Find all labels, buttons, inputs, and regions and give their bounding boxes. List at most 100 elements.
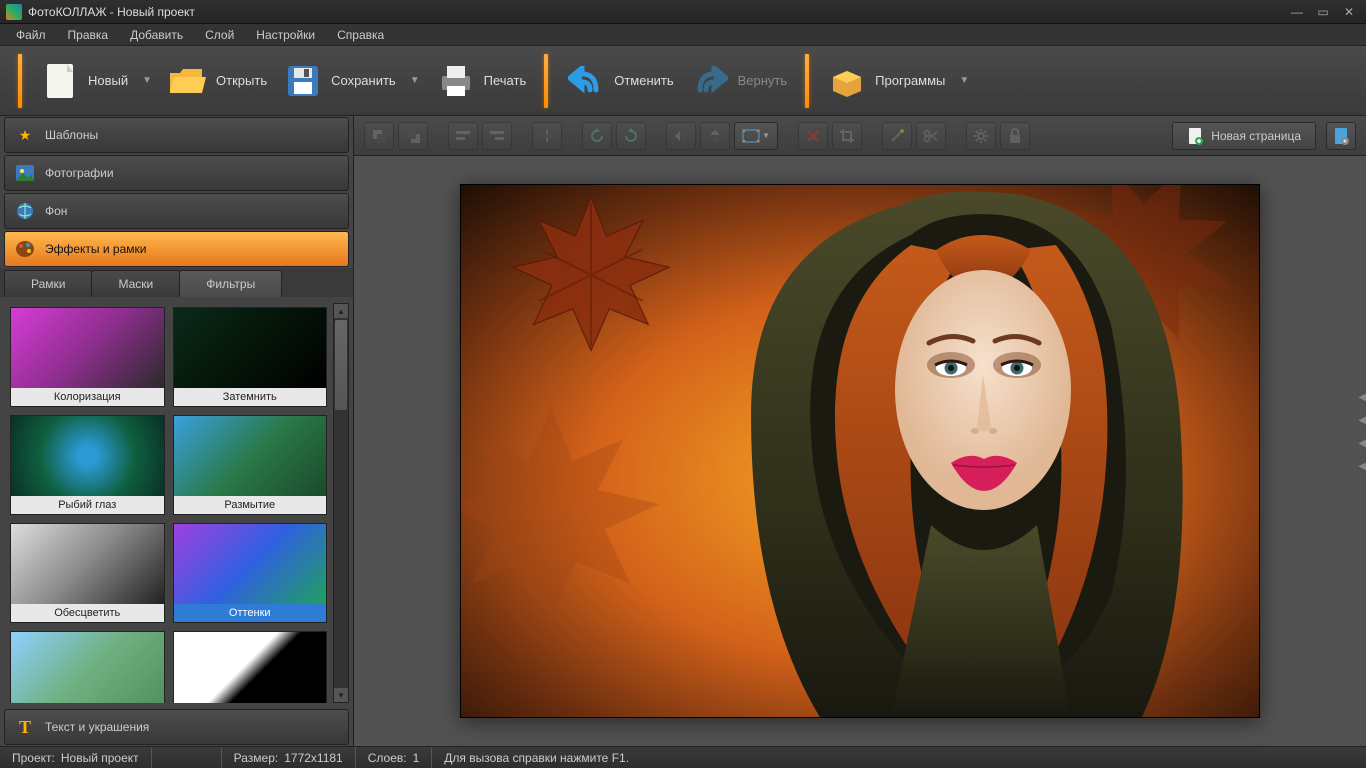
text-icon: T — [15, 717, 35, 737]
maximize-button[interactable]: ▭ — [1312, 5, 1334, 19]
new-page-button[interactable]: Новая страница — [1172, 122, 1316, 150]
new-button[interactable]: Новый▼ — [32, 57, 160, 105]
fit-screen-button[interactable]: ▼ — [734, 122, 778, 150]
window-title: ФотоКОЛЛАЖ - Новый проект — [28, 5, 1286, 19]
align-right-button[interactable] — [482, 122, 512, 150]
handle-icon[interactable]: ◀ — [1358, 392, 1366, 403]
filter-label: Рыбий глаз — [11, 496, 164, 514]
filters-scrollbar[interactable]: ▲ ▼ — [333, 303, 349, 703]
filters-panel: Колоризация Затемнить Рыбий глаз Размытие Об… — [0, 297, 353, 709]
titlebar: ФотоКОЛЛАЖ - Новый проект — ▭ ✕ — [0, 0, 1366, 24]
status-help: Для вызова справки нажмите F1. — [432, 747, 1366, 768]
save-icon — [283, 61, 323, 101]
menu-file[interactable]: Файл — [6, 26, 56, 44]
canvas-toolbar: ▼ Новая страница — [354, 116, 1366, 156]
box-icon — [827, 61, 867, 101]
save-button[interactable]: Сохранить▼ — [275, 57, 428, 105]
scroll-thumb[interactable] — [335, 320, 347, 410]
handle-icon[interactable]: ◀ — [1358, 415, 1366, 426]
right-edge-handles: ◀ ◀ ◀ ◀ — [1358, 392, 1366, 472]
filter-thumb — [174, 632, 327, 703]
delete-button[interactable] — [798, 122, 828, 150]
settings-button[interactable] — [966, 122, 996, 150]
sidebar-tab-photos[interactable]: Фотографии — [4, 155, 349, 191]
filter-thumb — [11, 416, 164, 496]
sidebar-tab-text[interactable]: T Текст и украшения — [4, 709, 349, 745]
statusbar: Проект:Новый проект Размер:1772x1181 Сло… — [0, 746, 1366, 768]
filter-label: Обесцветить — [11, 604, 164, 622]
filter-thumb — [174, 416, 327, 496]
menu-edit[interactable]: Правка — [58, 26, 119, 44]
handle-icon[interactable]: ◀ — [1358, 438, 1366, 449]
effects-subtabs: Рамки Маски Фильтры — [0, 268, 353, 297]
globe-icon — [15, 201, 35, 221]
palette-icon — [15, 239, 35, 259]
align-left-button[interactable] — [448, 122, 478, 150]
filter-item[interactable]: Размытие — [173, 415, 328, 515]
star-icon: ★ — [15, 125, 35, 145]
flip-v-button[interactable] — [700, 122, 730, 150]
filter-thumb — [174, 524, 327, 604]
minimize-button[interactable]: — — [1286, 5, 1308, 19]
bring-front-button[interactable] — [364, 122, 394, 150]
close-button[interactable]: ✕ — [1338, 5, 1360, 19]
sidebar-tab-templates[interactable]: ★ Шаблоны — [4, 117, 349, 153]
filter-thumb — [11, 632, 164, 703]
scroll-up-icon[interactable]: ▲ — [334, 304, 348, 318]
left-panel: ★ Шаблоны Фотографии Фон Эффекты и рамки… — [0, 116, 354, 746]
chevron-down-icon: ▼ — [410, 75, 420, 86]
sidebar-tab-background[interactable]: Фон — [4, 193, 349, 229]
folder-open-icon — [168, 61, 208, 101]
magic-wand-button[interactable] — [882, 122, 912, 150]
photo-icon — [15, 163, 35, 183]
printer-icon — [436, 61, 476, 101]
chevron-down-icon: ▼ — [959, 75, 969, 86]
canvas-viewport[interactable]: ◀ ◀ ◀ ◀ — [354, 156, 1366, 746]
subtab-frames[interactable]: Рамки — [4, 270, 92, 297]
undo-button[interactable]: Отменить — [558, 57, 681, 105]
app-logo-icon — [6, 4, 22, 20]
scissors-button[interactable] — [916, 122, 946, 150]
filter-label: Затемнить — [174, 388, 327, 406]
menu-settings[interactable]: Настройки — [246, 26, 325, 44]
menu-layer[interactable]: Слой — [195, 26, 244, 44]
filter-label: Размытие — [174, 496, 327, 514]
subtab-masks[interactable]: Маски — [91, 270, 180, 297]
crop-button[interactable] — [832, 122, 862, 150]
print-button[interactable]: Печать — [428, 57, 535, 105]
filter-item[interactable]: Рыбий глаз — [10, 415, 165, 515]
filter-item[interactable]: Затемнить — [173, 307, 328, 407]
sidebar-tab-effects[interactable]: Эффекты и рамки — [4, 231, 349, 267]
lock-button[interactable] — [1000, 122, 1030, 150]
filter-item[interactable]: Оттенки — [173, 523, 328, 623]
send-back-button[interactable] — [398, 122, 428, 150]
filter-item[interactable]: Монохромный — [173, 631, 328, 703]
artboard[interactable] — [460, 184, 1260, 718]
flip-h-button[interactable] — [666, 122, 696, 150]
rotate-left-button[interactable] — [582, 122, 612, 150]
status-size: Размер:1772x1181 — [222, 747, 356, 768]
main-toolbar: Новый▼ Открыть Сохранить▼ Печать Отменит… — [0, 46, 1366, 116]
center-h-button[interactable] — [532, 122, 562, 150]
status-layers: Слоев:1 — [356, 747, 433, 768]
toolbar-separator — [805, 54, 809, 108]
menu-help[interactable]: Справка — [327, 26, 394, 44]
open-button[interactable]: Открыть — [160, 57, 275, 105]
new-file-icon — [40, 61, 80, 101]
scroll-down-icon[interactable]: ▼ — [334, 688, 348, 702]
toolbar-separator — [18, 54, 22, 108]
filter-item[interactable]: Осветлить — [10, 631, 165, 703]
handle-icon[interactable]: ◀ — [1358, 461, 1366, 472]
menubar: Файл Правка Добавить Слой Настройки Спра… — [0, 24, 1366, 46]
rotate-right-button[interactable] — [616, 122, 646, 150]
menu-add[interactable]: Добавить — [120, 26, 193, 44]
programs-button[interactable]: Программы▼ — [819, 57, 977, 105]
subtab-filters[interactable]: Фильтры — [179, 270, 282, 297]
filter-item[interactable]: Колоризация — [10, 307, 165, 407]
page-settings-button[interactable] — [1326, 122, 1356, 150]
redo-button[interactable]: Вернуть — [682, 57, 796, 105]
undo-icon — [566, 61, 606, 101]
filter-item[interactable]: Обесцветить — [10, 523, 165, 623]
filter-thumb — [174, 308, 327, 388]
filter-thumb — [11, 308, 164, 388]
